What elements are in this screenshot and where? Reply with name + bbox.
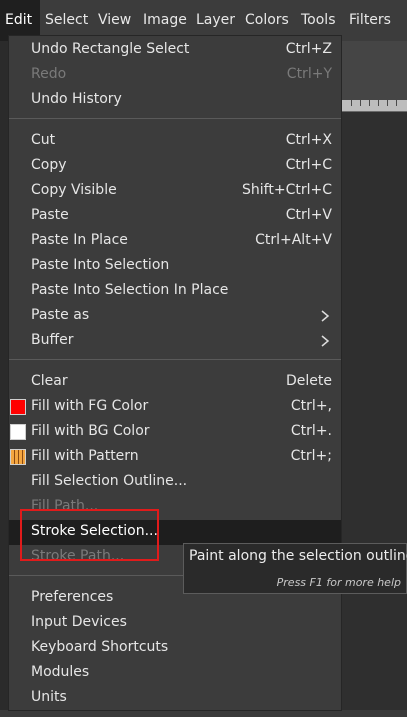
menu-item-paste-as[interactable]: Paste as [9, 304, 341, 329]
image-canvas [341, 112, 407, 717]
menu-item-modules[interactable]: Modules [9, 661, 341, 686]
menu-item-label: Redo [31, 66, 67, 82]
menu-item-label: Paste Into Selection [31, 257, 170, 273]
shortcut-label: Ctrl+C [285, 157, 332, 173]
menu-item-label: Copy [31, 157, 67, 173]
menu-item-label: Cut [31, 132, 56, 148]
shortcut-label: Ctrl+; [290, 448, 332, 464]
menu-item-fill-bg[interactable]: Fill with BG Color Ctrl+. [9, 420, 341, 445]
tooltip-help-text: Press F1 for more help [276, 576, 401, 589]
tooltip-text: Paint along the selection outline [189, 548, 407, 564]
shortcut-label: Ctrl+Y [286, 66, 332, 82]
menu-item-copy[interactable]: Copy Ctrl+C [9, 154, 341, 179]
ruler-tick [387, 100, 388, 106]
shortcut-label: Delete [286, 373, 332, 389]
menu-item-label: Fill with Pattern [31, 448, 139, 464]
menu-item-label: Undo History [31, 91, 122, 107]
menu-item-input-devices[interactable]: Input Devices [9, 611, 341, 636]
menu-item-redo[interactable]: Redo Ctrl+Y [9, 63, 341, 88]
menu-item-buffer[interactable]: Buffer [9, 329, 341, 354]
bg-color-swatch-icon [10, 424, 26, 440]
menu-item-paste-in-place[interactable]: Paste In Place Ctrl+Alt+V [9, 229, 341, 254]
menu-item-paste-into-selection-in-place[interactable]: Paste Into Selection In Place [9, 279, 341, 304]
menu-separator [9, 359, 341, 360]
chevron-right-icon [321, 310, 330, 322]
menu-item-label: Preferences [31, 589, 114, 605]
shortcut-label: Shift+Ctrl+C [242, 182, 332, 198]
ruler-tick [369, 100, 370, 106]
menu-item-keyboard-shortcuts[interactable]: Keyboard Shortcuts [9, 636, 341, 661]
status-bar [0, 710, 407, 717]
tooltip: Paint along the selection outline Press … [183, 543, 407, 594]
menu-item-label: Fill with FG Color [31, 398, 149, 414]
pattern-swatch-icon [10, 449, 26, 465]
ruler-tick [360, 100, 361, 106]
menu-item-paste-into-selection[interactable]: Paste Into Selection [9, 254, 341, 279]
menu-item-label: Modules [31, 664, 90, 680]
shortcut-label: Ctrl+. [290, 423, 332, 439]
menu-item-fill-pattern[interactable]: Fill with Pattern Ctrl+; [9, 445, 341, 470]
menu-item-label: Paste as [31, 307, 90, 323]
menu-item-copy-visible[interactable]: Copy Visible Shift+Ctrl+C [9, 179, 341, 204]
shortcut-label: Ctrl+Z [285, 41, 332, 57]
menu-item-label: Units [31, 689, 67, 705]
ruler-tick [396, 100, 397, 106]
menu-item-label: Buffer [31, 332, 74, 348]
menu-item-label: Paste Into Selection In Place [31, 282, 229, 298]
ruler-tick [378, 100, 379, 106]
menu-item-label: Clear [31, 373, 68, 389]
menu-item-paste[interactable]: Paste Ctrl+V [9, 204, 341, 229]
menu-item-fill-fg[interactable]: Fill with FG Color Ctrl+, [9, 395, 341, 420]
menu-item-undo[interactable]: Undo Rectangle Select Ctrl+Z [9, 38, 341, 63]
fg-color-swatch-icon [10, 399, 26, 415]
menu-item-undo-history[interactable]: Undo History [9, 88, 341, 113]
shortcut-label: Ctrl+V [285, 207, 332, 223]
edit-menu-dropdown: Undo Rectangle Select Ctrl+Z Redo Ctrl+Y… [8, 35, 342, 711]
menu-item-label: Undo Rectangle Select [31, 41, 190, 57]
menu-item-fill-selection-outline[interactable]: Fill Selection Outline... [9, 470, 341, 495]
menu-item-label: Input Devices [31, 614, 127, 630]
shortcut-label: Ctrl+, [290, 398, 332, 414]
menu-item-label: Keyboard Shortcuts [31, 639, 169, 655]
menu-item-units[interactable]: Units [9, 686, 341, 711]
menu-item-label: Paste [31, 207, 69, 223]
menu-item-clear[interactable]: Clear Delete [9, 370, 341, 395]
shortcut-label: Ctrl+X [285, 132, 332, 148]
ruler-tick [351, 100, 352, 106]
chevron-right-icon [321, 335, 330, 347]
highlight-annotation-box [20, 509, 159, 561]
menu-item-label: Fill with BG Color [31, 423, 150, 439]
menu-item-cut[interactable]: Cut Ctrl+X [9, 129, 341, 154]
menu-item-label: Fill Selection Outline... [31, 473, 188, 489]
menu-filters[interactable]: Filters [349, 0, 391, 41]
shortcut-label: Ctrl+Alt+V [255, 232, 332, 248]
menu-item-label: Paste In Place [31, 232, 128, 248]
menu-item-label: Copy Visible [31, 182, 117, 198]
menu-separator [9, 118, 341, 119]
